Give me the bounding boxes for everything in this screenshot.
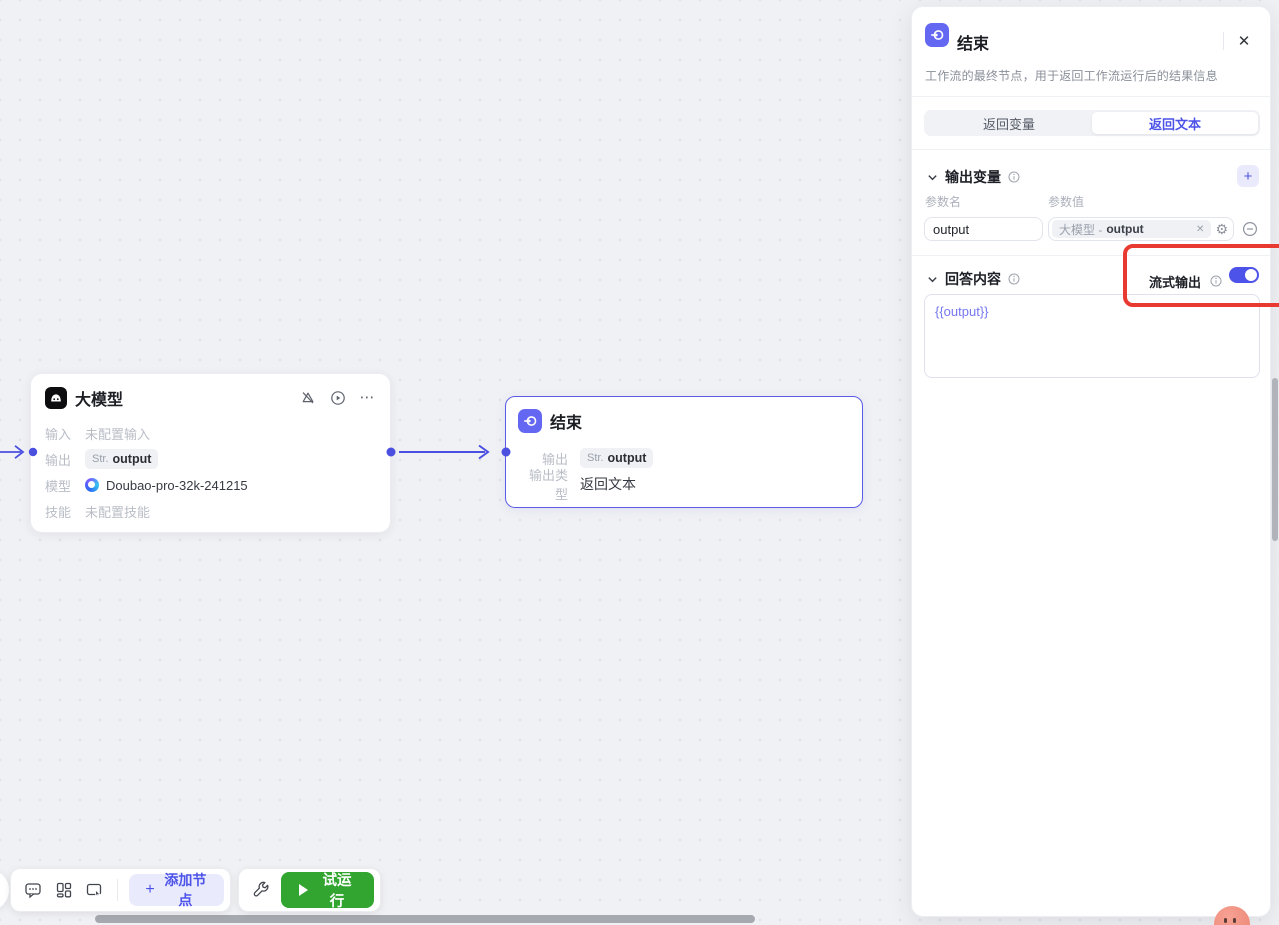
answer-content-header: 回答内容 xyxy=(925,269,1020,289)
answer-content-editor[interactable]: {{output}} xyxy=(924,294,1260,378)
node-end[interactable]: 结束 输出 Str. output 输出类型 返回文本 xyxy=(505,396,863,508)
header-divider xyxy=(1223,32,1224,50)
end-output-chip: Str. output xyxy=(580,448,653,468)
return-mode-tabs: 返回变量 返回文本 xyxy=(924,110,1260,136)
toolbar-divider xyxy=(117,879,118,901)
play-icon xyxy=(299,884,308,896)
end-node-config-panel: 结束 ✕ 工作流的最终节点，用于返回工作流运行后的结果信息 返回变量 返回文本 … xyxy=(911,6,1271,917)
end-node-icon xyxy=(518,409,542,433)
test-run-button[interactable]: 试运行 xyxy=(281,872,374,908)
param-value-label: 参数值 xyxy=(1048,193,1084,210)
param-name-label: 参数名 xyxy=(925,193,961,210)
remove-row-icon[interactable] xyxy=(1242,221,1258,237)
node-llm-header: 大模型 ⋯ xyxy=(45,384,376,412)
node-llm-title: 大模型 xyxy=(75,386,123,410)
llm-input-value: 未配置输入 xyxy=(85,424,150,443)
more-icon[interactable]: ⋯ xyxy=(359,390,376,407)
blocks-layout-icon[interactable] xyxy=(54,878,75,902)
chevron-down-icon[interactable] xyxy=(925,170,939,184)
doubao-model-icon xyxy=(85,478,99,492)
info-icon[interactable] xyxy=(1209,274,1222,287)
mute-listen-icon[interactable] xyxy=(299,390,316,407)
llm-row-skill: 技能 未配置技能 xyxy=(45,498,376,524)
tab-return-variable[interactable]: 返回变量 xyxy=(926,112,1092,134)
close-icon[interactable]: ✕ xyxy=(1234,31,1254,51)
node-llm[interactable]: 大模型 ⋯ 输入 未配置输 xyxy=(30,373,391,533)
remove-ref-icon[interactable]: ✕ xyxy=(1196,224,1204,235)
tab-return-text[interactable]: 返回文本 xyxy=(1092,112,1258,134)
param-name-input[interactable] xyxy=(924,217,1043,241)
divider xyxy=(912,149,1270,150)
end-row-output-type: 输出类型 返回文本 xyxy=(518,471,848,497)
panel-end-icon xyxy=(925,23,949,47)
wrench-icon[interactable] xyxy=(251,878,273,902)
llm-row-input: 输入 未配置输入 xyxy=(45,420,376,446)
run-toolbar: 试运行 xyxy=(238,868,381,912)
node-end-header: 结束 xyxy=(518,407,848,435)
divider xyxy=(912,96,1270,97)
run-node-icon[interactable] xyxy=(329,390,346,407)
chevron-down-icon[interactable] xyxy=(925,272,939,286)
llm-row-model: 模型 Doubao-pro-32k-241215 xyxy=(45,472,376,498)
llm-skill-value: 未配置技能 xyxy=(85,502,150,521)
node-end-title: 结束 xyxy=(550,409,582,433)
panel-description: 工作流的最终节点，用于返回工作流运行后的结果信息 xyxy=(925,67,1218,84)
plus-icon: + xyxy=(145,881,154,899)
llm-output-chip: Str. output xyxy=(85,449,158,469)
variable-ref-chip[interactable]: 大模型 - output ✕ xyxy=(1052,220,1211,238)
llm-model-name: Doubao-pro-32k-241215 xyxy=(106,478,248,493)
frame-select-icon[interactable] xyxy=(84,878,105,902)
info-icon[interactable] xyxy=(1007,273,1020,286)
divider xyxy=(912,255,1270,256)
gear-icon[interactable]: ⚙ xyxy=(1215,222,1228,236)
stream-output-toggle[interactable] xyxy=(1229,267,1259,283)
info-icon[interactable] xyxy=(1007,171,1020,184)
page-vertical-scrollbar[interactable] xyxy=(1272,378,1278,541)
canvas-horizontal-scrollbar[interactable] xyxy=(95,915,755,923)
param-value-field[interactable]: 大模型 - output ✕ ⚙ xyxy=(1048,217,1234,241)
stream-output-label: 流式输出 xyxy=(1149,272,1201,291)
canvas-toolbar: + 添加节点 xyxy=(10,868,231,912)
add-node-button[interactable]: + 添加节点 xyxy=(129,874,224,906)
output-vars-header: 输出变量 xyxy=(925,167,1020,187)
panel-title: 结束 xyxy=(957,30,989,54)
llm-node-icon xyxy=(45,387,67,409)
add-output-var-button[interactable]: + xyxy=(1237,165,1259,187)
llm-row-output: 输出 Str. output xyxy=(45,446,376,472)
comment-icon[interactable] xyxy=(23,878,44,902)
